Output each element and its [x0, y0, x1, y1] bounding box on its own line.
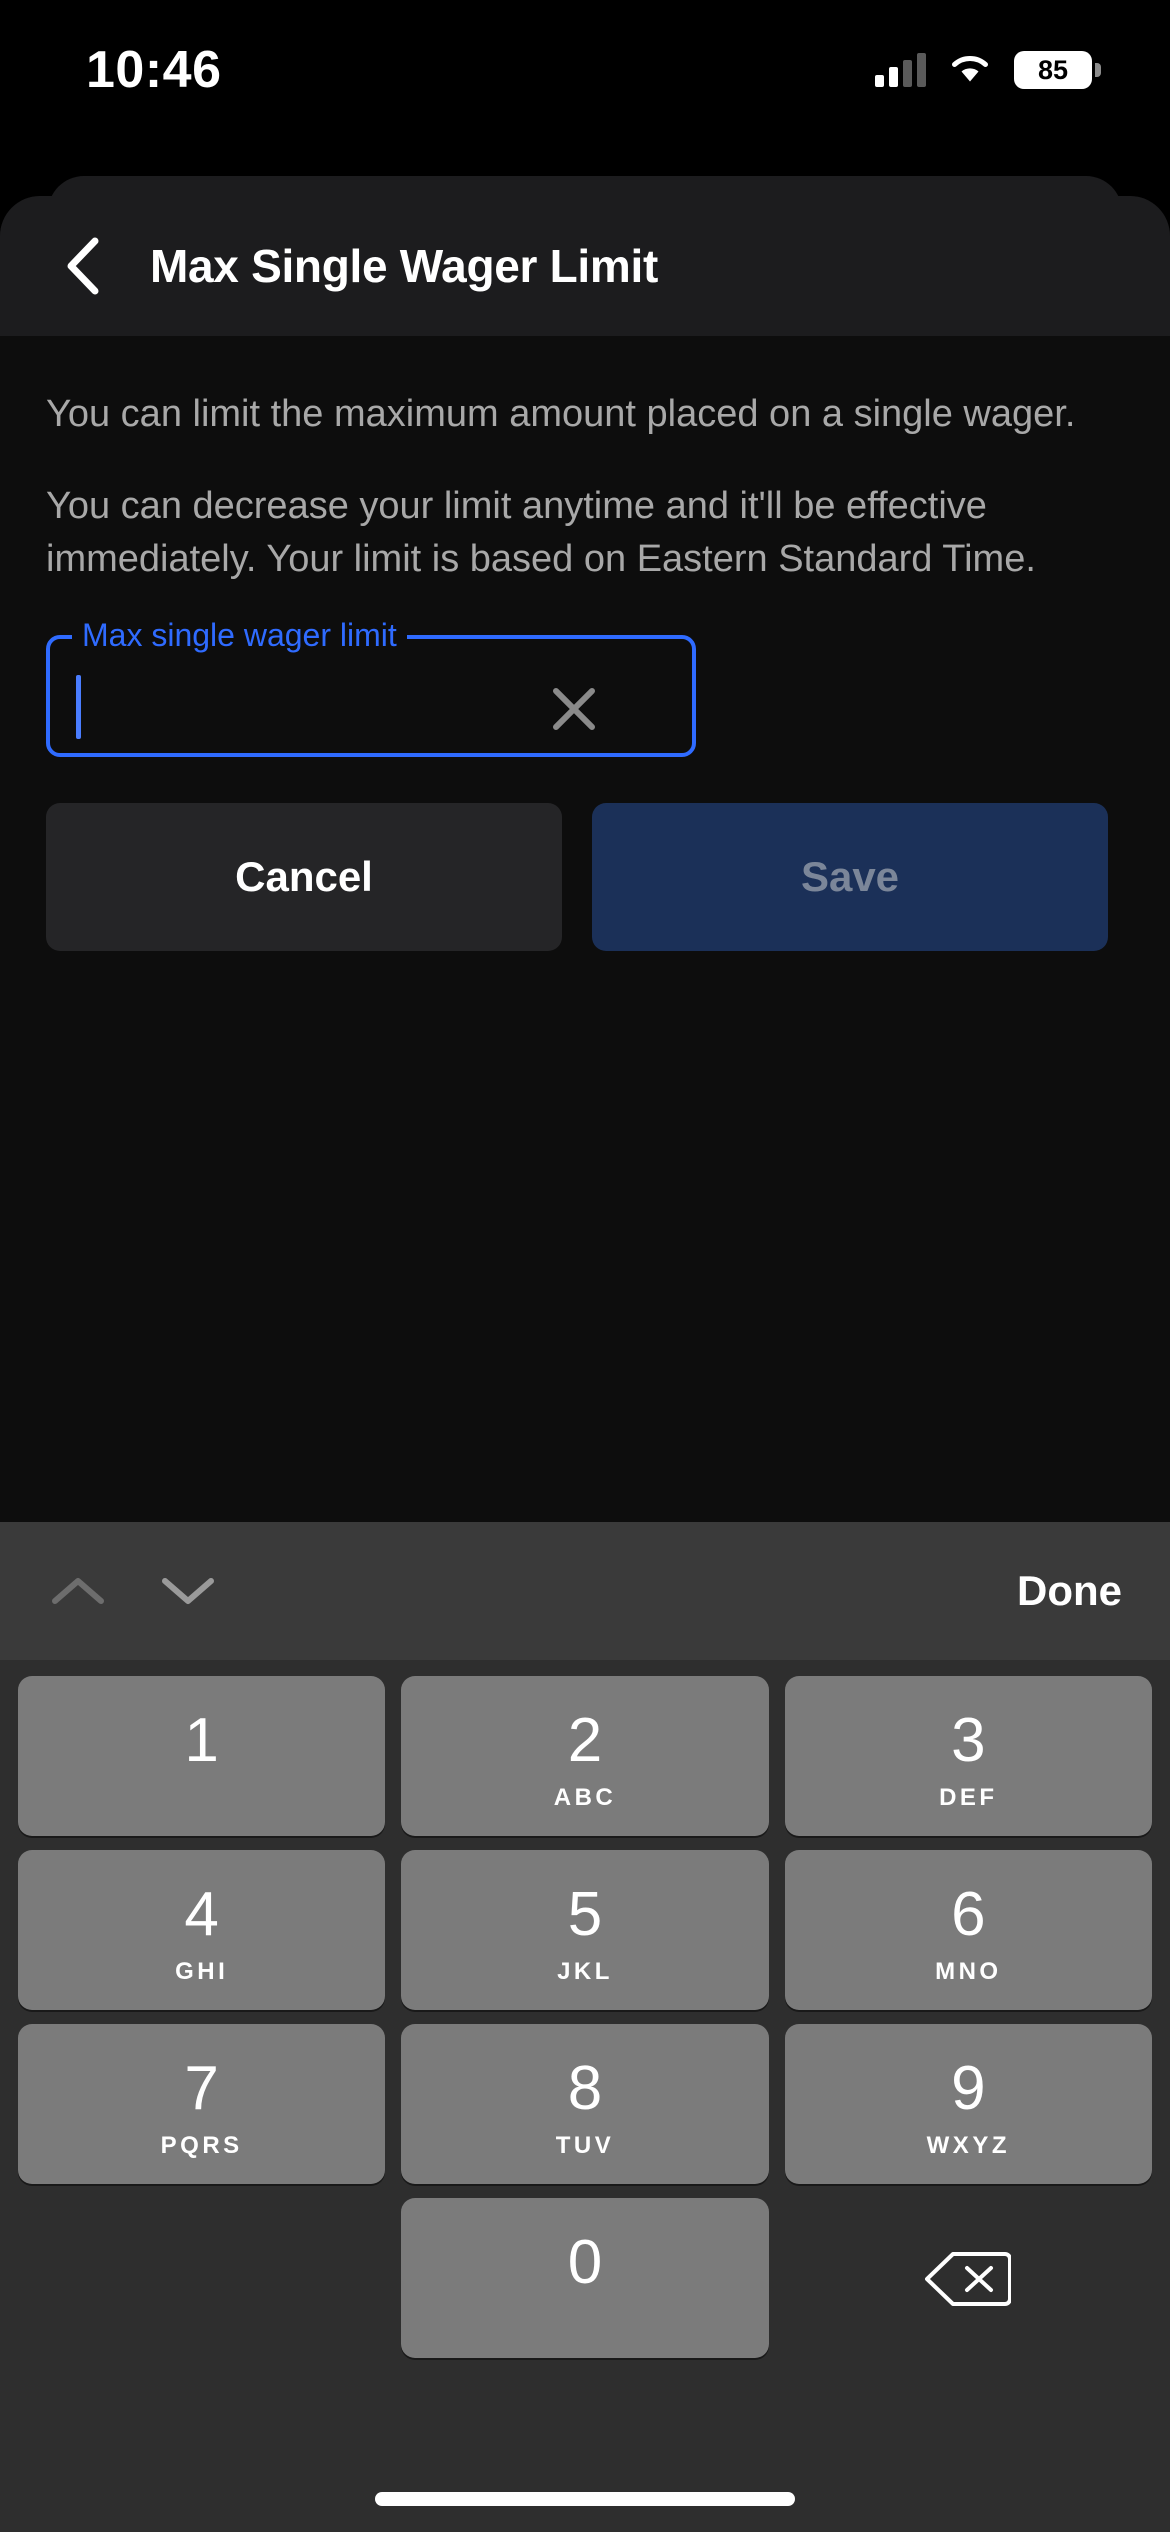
status-time: 10:46 [86, 40, 222, 100]
status-bar: 10:46 85 [0, 0, 1170, 140]
key-letters: TUV [556, 2132, 615, 2156]
key-1[interactable]: 1 [18, 1676, 385, 1836]
status-indicators: 85 [875, 51, 1092, 90]
keypad-grid: 1 2 ABC 3 DEF 4 GHI 5 JKL 6 MNO 7 PQRS 8 [0, 1660, 1170, 2358]
keyboard-nav-arrows [46, 1559, 220, 1623]
key-letters: PQRS [161, 2132, 243, 2156]
keyboard-done-button[interactable]: Done [1017, 1567, 1122, 1615]
key-7[interactable]: 7 PQRS [18, 2024, 385, 2184]
page-title: Max Single Wager Limit [150, 239, 658, 293]
cancel-button[interactable]: Cancel [46, 803, 562, 951]
key-digit: 2 [568, 1710, 602, 1772]
wifi-icon [948, 51, 992, 90]
description-paragraph-2: You can decrease your limit anytime and … [46, 480, 1124, 585]
description-paragraph-1: You can limit the maximum amount placed … [46, 388, 1124, 440]
key-blank [18, 2198, 385, 2358]
key-5[interactable]: 5 JKL [401, 1850, 768, 2010]
field-label: Max single wager limit [82, 619, 397, 651]
back-button[interactable] [48, 231, 118, 301]
key-letters: DEF [939, 1784, 998, 1808]
action-buttons: Cancel Save [46, 803, 1124, 951]
backspace-icon [925, 2248, 1011, 2315]
close-x-icon[interactable] [548, 683, 600, 735]
field-label-notch: Max single wager limit [72, 619, 407, 651]
key-digit: 0 [568, 2232, 602, 2294]
key-digit: 3 [951, 1710, 985, 1772]
key-digit: 4 [184, 1884, 218, 1946]
backspace-key[interactable] [785, 2198, 1152, 2358]
key-letters: GHI [175, 1958, 228, 1982]
key-digit: 1 [184, 1710, 218, 1772]
key-3[interactable]: 3 DEF [785, 1676, 1152, 1836]
navigation-bar: Max Single Wager Limit [0, 196, 1170, 336]
battery-percent: 85 [1038, 55, 1068, 86]
save-button[interactable]: Save [592, 803, 1108, 951]
key-letters: MNO [935, 1958, 1002, 1982]
key-9[interactable]: 9 WXYZ [785, 2024, 1152, 2184]
chevron-left-icon [61, 235, 105, 297]
key-digit: 9 [951, 2058, 985, 2120]
keyboard-toolbar: Done [0, 1522, 1170, 1660]
content-area: You can limit the maximum amount placed … [0, 336, 1170, 951]
numeric-keyboard: Done 1 2 ABC 3 DEF 4 GHI 5 JKL 6 MNO 7 P… [0, 1522, 1170, 2532]
chevron-up-icon[interactable] [46, 1559, 110, 1623]
key-digit: 6 [951, 1884, 985, 1946]
home-indicator [375, 2492, 795, 2506]
text-cursor [76, 675, 81, 739]
key-letters: WXYZ [927, 2132, 1010, 2156]
key-letters: ABC [554, 1784, 617, 1808]
key-4[interactable]: 4 GHI [18, 1850, 385, 2010]
modal-sheet: Max Single Wager Limit You can limit the… [0, 196, 1170, 1522]
key-digit: 7 [184, 2058, 218, 2120]
cellular-signal-icon [875, 53, 926, 87]
key-2[interactable]: 2 ABC [401, 1676, 768, 1836]
key-0[interactable]: 0 [401, 2198, 768, 2358]
max-wager-limit-field[interactable]: Max single wager limit [46, 619, 696, 757]
key-digit: 5 [568, 1884, 602, 1946]
key-8[interactable]: 8 TUV [401, 2024, 768, 2184]
chevron-down-icon[interactable] [156, 1559, 220, 1623]
key-digit: 8 [568, 2058, 602, 2120]
key-6[interactable]: 6 MNO [785, 1850, 1152, 2010]
battery-icon: 85 [1014, 51, 1092, 89]
key-letters: JKL [557, 1958, 613, 1982]
